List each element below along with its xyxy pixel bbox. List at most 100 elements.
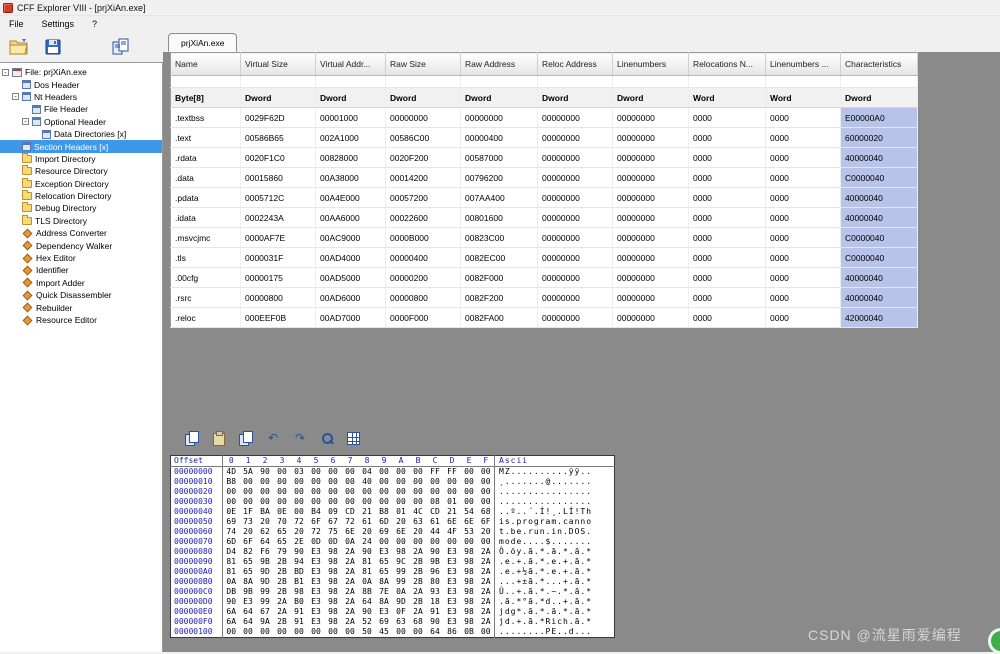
hex-byte[interactable]: 00 [274, 467, 291, 478]
hex-byte[interactable]: 00 [240, 477, 257, 487]
section-cell[interactable]: 42000040 [841, 308, 918, 328]
hex-byte[interactable]: 00 [444, 537, 461, 547]
hex-byte[interactable]: 82 [240, 547, 257, 557]
section-cell[interactable]: .msvcjmc [171, 228, 241, 248]
section-cell[interactable]: 0000 [766, 308, 841, 328]
hex-byte[interactable]: 2B [274, 567, 291, 577]
hex-byte[interactable]: 00 [325, 627, 342, 638]
hex-byte[interactable]: 7E [376, 587, 393, 597]
hex-byte[interactable]: 98 [325, 587, 342, 597]
column-header-name[interactable]: Name [171, 53, 241, 76]
hex-byte[interactable]: 0E [223, 507, 240, 517]
hex-byte[interactable]: 72 [342, 517, 359, 527]
hex-byte[interactable]: 00 [342, 467, 359, 478]
hex-byte[interactable]: 90 [427, 547, 444, 557]
hex-byte[interactable]: 2A [342, 557, 359, 567]
hex-byte[interactable]: 98 [461, 547, 478, 557]
hex-byte[interactable]: 2B [274, 587, 291, 597]
hex-byte[interactable]: 99 [393, 567, 410, 577]
open-icon[interactable] [9, 38, 29, 55]
hex-byte[interactable]: 9B [427, 557, 444, 567]
section-cell[interactable]: 00000000 [613, 208, 689, 228]
hex-byte[interactable]: 00 [240, 497, 257, 507]
hex-byte[interactable]: FF [427, 467, 444, 478]
hex-byte[interactable]: 9D [257, 567, 274, 577]
hex-byte[interactable]: 2A [342, 587, 359, 597]
hex-byte[interactable]: 00 [410, 497, 427, 507]
hex-byte[interactable]: 00 [325, 477, 342, 487]
hex-byte[interactable]: 90 [427, 617, 444, 627]
hex-byte[interactable]: 81 [223, 567, 240, 577]
hex-byte[interactable]: 98 [291, 587, 308, 597]
hex-byte[interactable]: 94 [291, 557, 308, 567]
hex-byte[interactable]: 18 [427, 597, 444, 607]
hex-byte[interactable]: 00 [461, 537, 478, 547]
section-row-data[interactable]: .data0001586000A380000001420000796200000… [171, 168, 918, 188]
hex-byte[interactable]: 0F [393, 607, 410, 617]
hex-byte[interactable]: 67 [325, 517, 342, 527]
hex-byte[interactable]: 00 [257, 497, 274, 507]
hex-byte[interactable]: 00 [427, 487, 444, 497]
section-cell[interactable]: 00000800 [386, 288, 461, 308]
hex-byte[interactable]: 98 [325, 567, 342, 577]
column-header-linenumbers[interactable]: Linenumbers ... [766, 53, 841, 76]
section-cell[interactable]: 0020F1C0 [241, 148, 316, 168]
hex-byte[interactable]: 00 [376, 467, 393, 478]
hex-byte[interactable]: 96 [427, 567, 444, 577]
section-cell[interactable]: 0082FA00 [461, 308, 538, 328]
hex-byte[interactable]: 40 [359, 477, 376, 487]
section-cell[interactable]: 0000F000 [386, 308, 461, 328]
tree-item-resource-directory[interactable]: Resource Directory [0, 165, 162, 177]
hex-byte[interactable]: 00 [274, 487, 291, 497]
hex-byte[interactable]: 98 [461, 607, 478, 617]
hex-byte[interactable]: 4D [223, 467, 240, 478]
section-cell[interactable]: 40000040 [841, 268, 918, 288]
redo-icon[interactable]: ↷ [293, 431, 307, 445]
hex-byte[interactable]: 65 [240, 557, 257, 567]
section-cell[interactable]: 00000400 [386, 248, 461, 268]
section-cell[interactable]: C0000040 [841, 228, 918, 248]
section-cell[interactable]: 0000B000 [386, 228, 461, 248]
hex-byte[interactable]: 6A [223, 617, 240, 627]
section-cell[interactable]: 0000 [766, 148, 841, 168]
hex-byte[interactable]: 00 [461, 497, 478, 507]
hex-byte[interactable]: 99 [257, 597, 274, 607]
find-icon[interactable] [320, 431, 334, 445]
hex-byte[interactable]: 00 [461, 487, 478, 497]
hex-byte[interactable]: 65 [376, 567, 393, 577]
hex-byte[interactable]: 0A [223, 577, 240, 587]
hex-byte[interactable]: 2A [478, 547, 495, 557]
section-cell[interactable]: 00000400 [461, 128, 538, 148]
hex-byte[interactable]: E3 [308, 597, 325, 607]
section-cell[interactable]: 00000000 [538, 168, 613, 188]
hex-byte[interactable]: 8B [359, 587, 376, 597]
hex-byte[interactable]: 00 [461, 467, 478, 478]
hex-byte[interactable]: 90 [257, 467, 274, 478]
section-cell[interactable]: 60000020 [841, 128, 918, 148]
hex-byte[interactable]: E3 [308, 617, 325, 627]
hex-byte[interactable]: 21 [359, 507, 376, 517]
hex-byte[interactable]: 04 [359, 467, 376, 478]
section-cell[interactable]: 0000 [689, 168, 766, 188]
hex-byte[interactable]: 00 [274, 627, 291, 638]
section-cell[interactable]: 0000 [689, 188, 766, 208]
hex-byte[interactable]: 2A [478, 607, 495, 617]
hex-byte[interactable]: 0A [359, 577, 376, 587]
section-cell[interactable]: 002A1000 [316, 128, 386, 148]
tree-item-rebuilder[interactable]: Rebuilder [0, 301, 162, 313]
section-row-msvcjmc[interactable]: .msvcjmc0000AF7E00AC90000000B00000823C00… [171, 228, 918, 248]
hex-byte[interactable]: 75 [325, 527, 342, 537]
hex-byte[interactable]: E3 [240, 597, 257, 607]
hex-byte[interactable]: DB [223, 587, 240, 597]
tab-prjxian-exe[interactable]: prjXiAn.exe [168, 33, 237, 52]
hex-byte[interactable]: 00 [308, 487, 325, 497]
hex-byte[interactable]: 62 [257, 527, 274, 537]
hex-byte[interactable]: 20 [410, 527, 427, 537]
section-cell[interactable]: 0029F62D [241, 108, 316, 128]
hex-byte[interactable]: 00 [376, 537, 393, 547]
section-cell[interactable]: 0000 [766, 228, 841, 248]
hex-byte[interactable]: 90 [359, 547, 376, 557]
hex-byte[interactable]: 4C [410, 507, 427, 517]
hex-byte[interactable]: 98 [325, 617, 342, 627]
hex-byte[interactable]: BD [291, 567, 308, 577]
